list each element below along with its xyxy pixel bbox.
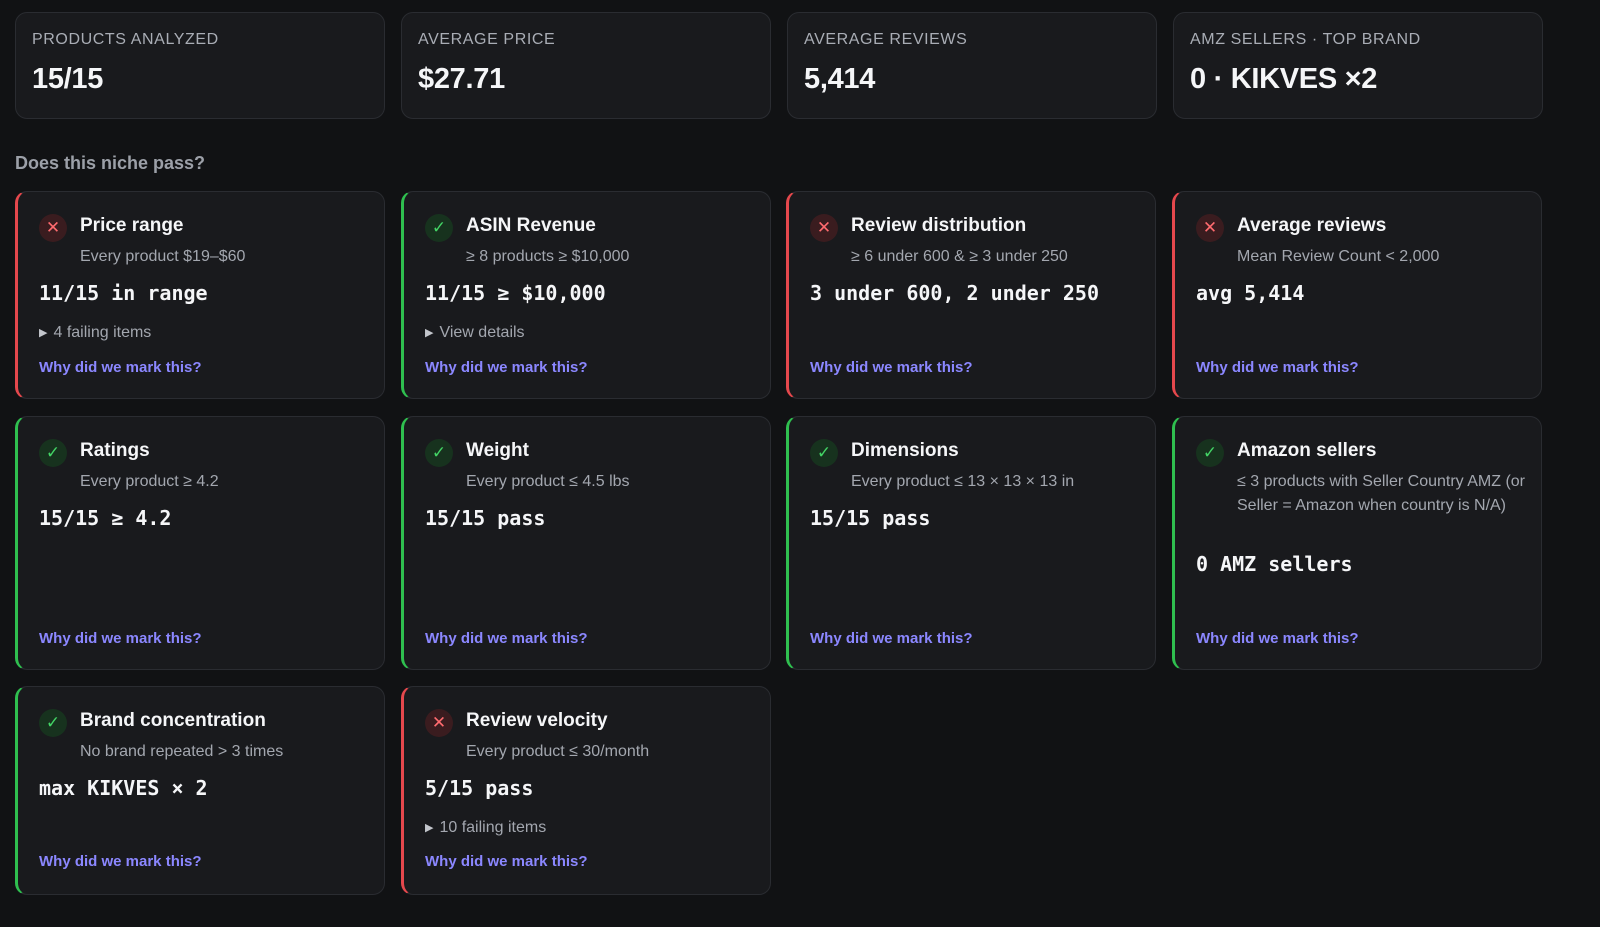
why-link[interactable]: Why did we mark this? <box>810 630 973 647</box>
check-icon: ✓ <box>425 439 453 467</box>
criterion-subtitle: Every product ≥ 4.2 <box>80 473 219 490</box>
criterion-card-weight: ✓ Weight Every product ≤ 4.5 lbs 15/15 p… <box>401 416 771 670</box>
criterion-metric: 0 AMZ sellers <box>1196 552 1353 576</box>
criterion-title: Dimensions <box>851 440 959 461</box>
stat-label: PRODUCTS ANALYZED <box>32 31 219 48</box>
criterion-metric: 11/15 ≥ $10,000 <box>425 281 606 305</box>
stat-average-reviews: AVERAGE REVIEWS 5,414 <box>787 12 1157 119</box>
stat-average-price: AVERAGE PRICE $27.71 <box>401 12 771 119</box>
stat-label: AMZ SELLERS · TOP BRAND <box>1190 31 1421 48</box>
why-link[interactable]: Why did we mark this? <box>425 630 588 647</box>
toggle-label: 4 failing items <box>53 324 152 341</box>
criterion-subtitle: Every product ≤ 30/month <box>466 743 650 760</box>
failing-items-toggle[interactable]: ▶ 4 failing items <box>39 324 151 342</box>
caret-right-icon: ▶ <box>39 327 48 339</box>
x-icon: ✕ <box>810 214 838 242</box>
criterion-card-average-reviews: ✕ Average reviews Mean Review Count < 2,… <box>1172 191 1542 399</box>
why-link[interactable]: Why did we mark this? <box>810 359 973 376</box>
criterion-subtitle: Mean Review Count < 2,000 <box>1237 248 1440 265</box>
check-icon: ✓ <box>1196 439 1224 467</box>
check-icon: ✓ <box>39 439 67 467</box>
criterion-metric: max KIKVES × 2 <box>39 776 208 800</box>
stats-row: PRODUCTS ANALYZED 15/15 AVERAGE PRICE $2… <box>15 12 1543 119</box>
criterion-metric: 15/15 pass <box>810 506 931 530</box>
criterion-card-review-velocity: ✕ Review velocity Every product ≤ 30/mon… <box>401 686 771 895</box>
criterion-subtitle: Every product $19–$60 <box>80 248 246 265</box>
x-icon: ✕ <box>39 214 67 242</box>
stat-value: 15/15 <box>32 63 104 95</box>
criterion-subtitle: ≥ 8 products ≥ $10,000 <box>466 248 630 265</box>
criterion-metric: 5/15 pass <box>425 776 534 800</box>
criterion-card-dimensions: ✓ Dimensions Every product ≤ 13 × 13 × 1… <box>786 416 1156 670</box>
criterion-title: Price range <box>80 215 184 236</box>
criterion-card-ratings: ✓ Ratings Every product ≥ 4.2 15/15 ≥ 4.… <box>15 416 385 670</box>
stat-label: AVERAGE PRICE <box>418 31 556 48</box>
stat-amz-sellers-top-brand: AMZ SELLERS · TOP BRAND 0 · KIKVES ×2 <box>1173 12 1543 119</box>
why-link[interactable]: Why did we mark this? <box>1196 630 1359 647</box>
x-icon: ✕ <box>425 709 453 737</box>
criterion-subtitle: ≤ 3 products with Seller Country AMZ (or… <box>1237 473 1525 514</box>
criterion-title: Review distribution <box>851 215 1027 236</box>
criterion-metric: avg 5,414 <box>1196 281 1305 305</box>
stat-value: $27.71 <box>418 63 505 95</box>
criterion-title: Amazon sellers <box>1237 440 1377 461</box>
criterion-card-price-range: ✕ Price range Every product $19–$60 11/1… <box>15 191 385 399</box>
caret-right-icon: ▶ <box>425 822 434 834</box>
criterion-title: Average reviews <box>1237 215 1387 236</box>
criterion-title: Ratings <box>80 440 150 461</box>
why-link[interactable]: Why did we mark this? <box>39 630 202 647</box>
criterion-metric: 3 under 600, 2 under 250 <box>810 281 1099 305</box>
criterion-metric: 15/15 pass <box>425 506 546 530</box>
stat-products-analyzed: PRODUCTS ANALYZED 15/15 <box>15 12 385 119</box>
failing-items-toggle[interactable]: ▶ 10 failing items <box>425 819 546 837</box>
criterion-subtitle: Every product ≤ 13 × 13 × 13 in <box>851 473 1075 490</box>
criterion-subtitle: Every product ≤ 4.5 lbs <box>466 473 630 490</box>
criterion-card-amazon-sellers: ✓ Amazon sellers ≤ 3 products with Selle… <box>1172 416 1542 670</box>
criterion-card-asin-revenue: ✓ ASIN Revenue ≥ 8 products ≥ $10,000 11… <box>401 191 771 399</box>
toggle-label: 10 failing items <box>439 819 547 836</box>
section-heading: Does this niche pass? <box>15 153 206 173</box>
toggle-label: View details <box>439 324 525 341</box>
check-icon: ✓ <box>425 214 453 242</box>
why-link[interactable]: Why did we mark this? <box>39 853 202 870</box>
caret-right-icon: ▶ <box>425 327 434 339</box>
check-icon: ✓ <box>810 439 838 467</box>
why-link[interactable]: Why did we mark this? <box>425 359 588 376</box>
criterion-metric: 15/15 ≥ 4.2 <box>39 506 172 530</box>
dashboard: PRODUCTS ANALYZED 15/15 AVERAGE PRICE $2… <box>0 0 1600 927</box>
stat-value: 0 · KIKVES ×2 <box>1190 63 1378 95</box>
criterion-title: Review velocity <box>466 710 608 731</box>
criterion-title: Weight <box>466 440 529 461</box>
criterion-metric: 11/15 in range <box>39 281 208 305</box>
view-details-toggle[interactable]: ▶ View details <box>425 324 525 342</box>
criterion-title: Brand concentration <box>80 710 266 731</box>
stat-label: AVERAGE REVIEWS <box>804 31 968 48</box>
stat-value: 5,414 <box>804 63 876 95</box>
check-icon: ✓ <box>39 709 67 737</box>
criterion-card-review-distribution: ✕ Review distribution ≥ 6 under 600 & ≥ … <box>786 191 1156 399</box>
criterion-title: ASIN Revenue <box>466 215 596 236</box>
why-link[interactable]: Why did we mark this? <box>425 853 588 870</box>
criterion-subtitle: ≥ 6 under 600 & ≥ 3 under 250 <box>851 248 1068 265</box>
criterion-card-brand-concentration: ✓ Brand concentration No brand repeated … <box>15 686 385 895</box>
criterion-subtitle: No brand repeated > 3 times <box>80 743 284 760</box>
x-icon: ✕ <box>1196 214 1224 242</box>
why-link[interactable]: Why did we mark this? <box>1196 359 1359 376</box>
why-link[interactable]: Why did we mark this? <box>39 359 202 376</box>
